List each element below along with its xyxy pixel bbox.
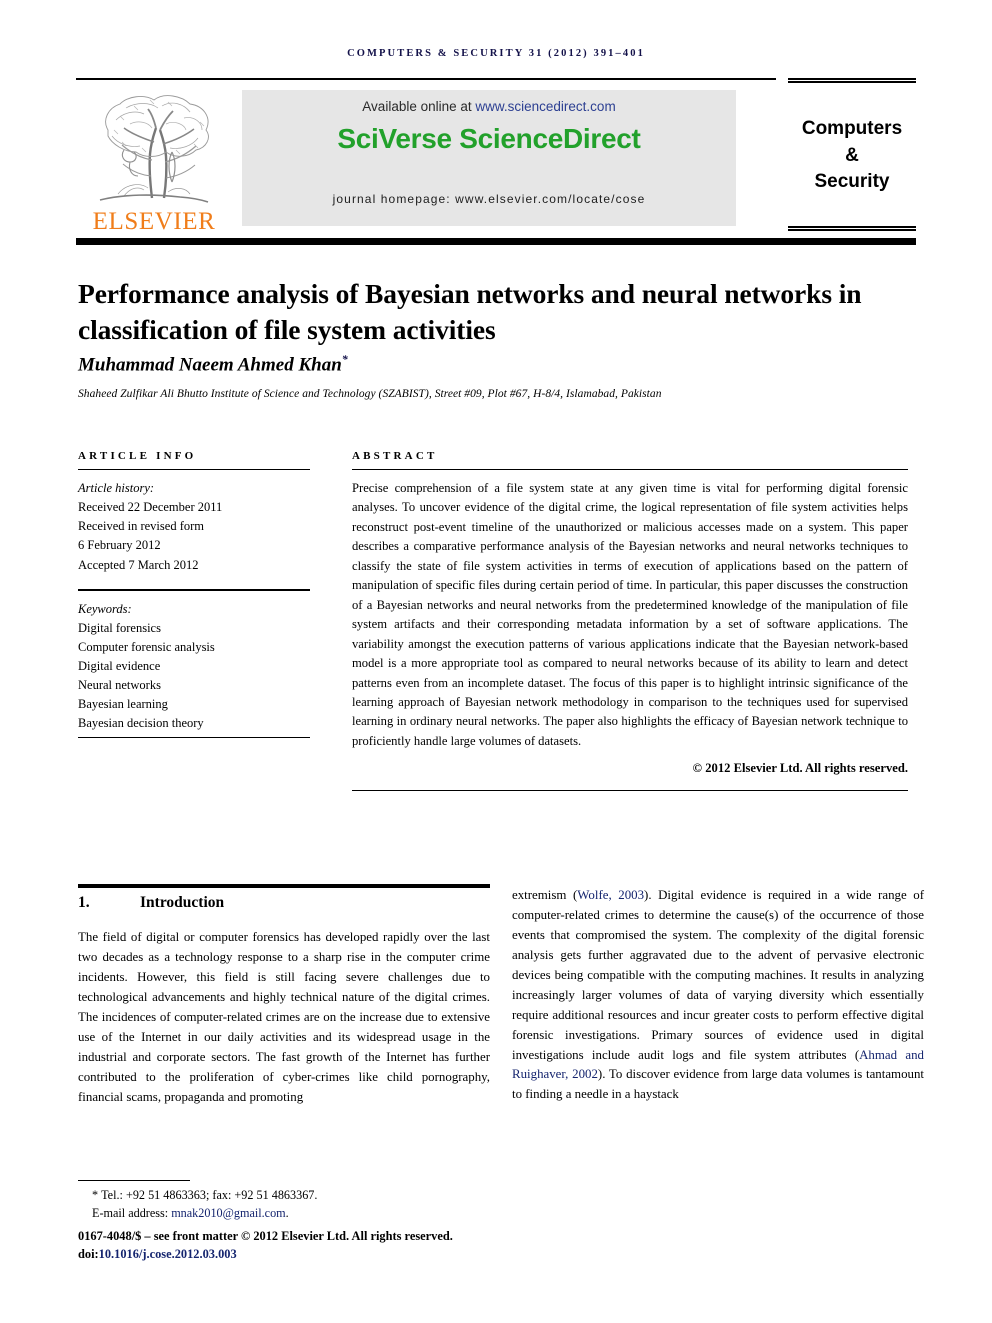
keyword-item: Digital forensics <box>78 620 161 635</box>
abstract-column: ABSTRACT Precise comprehension of a file… <box>352 450 908 792</box>
elsevier-logo: ELSEVIER <box>84 90 224 236</box>
article-history-label: Article history: <box>78 481 155 495</box>
body-column-right: extremism (Wolfe, 2003). Digital evidenc… <box>512 886 924 1105</box>
footnote-tel: * Tel.: +92 51 4863363; fax: +92 51 48633… <box>78 1187 538 1205</box>
body-text-run: extremism ( <box>512 888 578 902</box>
body-paragraph: The field of digital or computer forensi… <box>78 930 490 1104</box>
front-matter-line: 0167-4048/$ – see front matter © 2012 El… <box>78 1228 453 1243</box>
journal-homepage-link[interactable]: journal homepage: www.elsevier.com/locat… <box>242 192 736 206</box>
article-history-item: Accepted 7 March 2012 <box>78 557 199 572</box>
keywords-label: Keywords: <box>78 601 132 616</box>
abstract-rule <box>352 469 908 470</box>
author-label: Muhammad Naeem Ahmed Khan <box>78 354 342 376</box>
author-name: Muhammad Naeem Ahmed Khan* <box>78 352 908 376</box>
journal-cover-box: Computers & Security <box>788 92 916 220</box>
paper-page: COMPUTERS & SECURITY 31 (2012) 391–401 E… <box>0 0 992 1323</box>
masthead-bottom-rule <box>76 238 916 245</box>
sciencedirect-url[interactable]: www.sciencedirect.com <box>475 99 615 114</box>
masthead-top-rule <box>76 78 776 80</box>
journal-masthead: ELSEVIER Available online at www.science… <box>76 78 916 238</box>
abstract-copyright: © 2012 Elsevier Ltd. All rights reserved… <box>692 761 908 776</box>
footnote-rule <box>78 1180 190 1181</box>
section-title: Introduction <box>140 894 225 911</box>
keyword-item: Digital evidence <box>78 659 161 673</box>
keyword-item: Bayesian learning <box>78 697 168 712</box>
article-history-item: Received 22 December 2011 <box>78 500 223 515</box>
cover-line-3: Security <box>814 171 890 193</box>
available-online-prefix: Available online at <box>362 99 476 114</box>
body-text-run: ). Digital evidence is required in a wid… <box>512 888 924 1062</box>
corresponding-author-marker: * <box>341 352 348 366</box>
cover-bottom-double-rule <box>788 226 916 231</box>
article-info-column: ARTICLE INFO Article history: Received 2… <box>78 450 310 738</box>
section-heading-introduction: 1. Introduction <box>78 894 490 912</box>
section-number: 1. <box>78 894 90 911</box>
email-link[interactable]: mnak2010@gmail.com <box>171 1206 285 1220</box>
keyword-item: Computer forensic analysis <box>78 639 215 654</box>
body-column-left: 1. Introduction The field of digital or … <box>78 894 490 1107</box>
footnote-tel-text: Tel.: +92 51 4863363; fax: +92 51 486336… <box>101 1188 318 1202</box>
introduction-top-rule <box>78 884 490 888</box>
available-online-line: Available online at www.sciencedirect.co… <box>242 99 736 114</box>
keyword-item: Neural networks <box>78 678 161 693</box>
doi-link[interactable]: 10.1016/j.cose.2012.03.003 <box>99 1247 237 1261</box>
sciverse-sciencedirect-logo: SciVerse ScienceDirect <box>337 123 641 154</box>
affiliation: Shaheed Zulfikar Ali Bhutto Institute of… <box>78 388 662 400</box>
doi-label: doi: <box>78 1246 99 1261</box>
cover-top-double-rule <box>788 78 916 83</box>
article-info-bottom-rule <box>78 737 310 738</box>
running-head: COMPUTERS & SECURITY 31 (2012) 391–401 <box>347 48 645 59</box>
article-history-item: 6 February 2012 <box>78 538 161 553</box>
sciencedirect-banner: Available online at www.sciencedirect.co… <box>242 90 736 226</box>
cover-line-1: Computers <box>801 117 903 139</box>
article-history-item: Received in revised form <box>78 519 204 534</box>
article-info-rule <box>78 469 310 470</box>
email-period: . <box>285 1205 289 1220</box>
article-info-heading: ARTICLE INFO <box>78 450 197 462</box>
keyword-item: Bayesian decision theory <box>78 716 204 731</box>
cover-line-2: & <box>845 144 859 166</box>
page-title: Performance analysis of Bayesian network… <box>78 278 862 346</box>
abstract-bottom-rule <box>352 790 908 792</box>
email-label: E-mail address: <box>92 1205 172 1220</box>
keywords-rule <box>78 588 310 591</box>
footnote-marker: * <box>92 1188 99 1202</box>
elsevier-wordmark: ELSEVIER <box>92 208 216 235</box>
doi-line: doi:10.1016/j.cose.2012.03.003 <box>78 1245 538 1263</box>
citation-link[interactable]: Wolfe, 2003 <box>577 888 644 902</box>
abstract-text: Precise comprehension of a file system s… <box>352 481 908 748</box>
body-paragraph: extremism (Wolfe, 2003). Digital evidenc… <box>512 886 924 1105</box>
footnote-block: * Tel.: +92 51 4863363; fax: +92 51 48633… <box>78 1180 538 1263</box>
footnote-email: E-mail address: mnak2010@gmail.com. <box>78 1205 538 1223</box>
abstract-heading: ABSTRACT <box>352 450 438 462</box>
